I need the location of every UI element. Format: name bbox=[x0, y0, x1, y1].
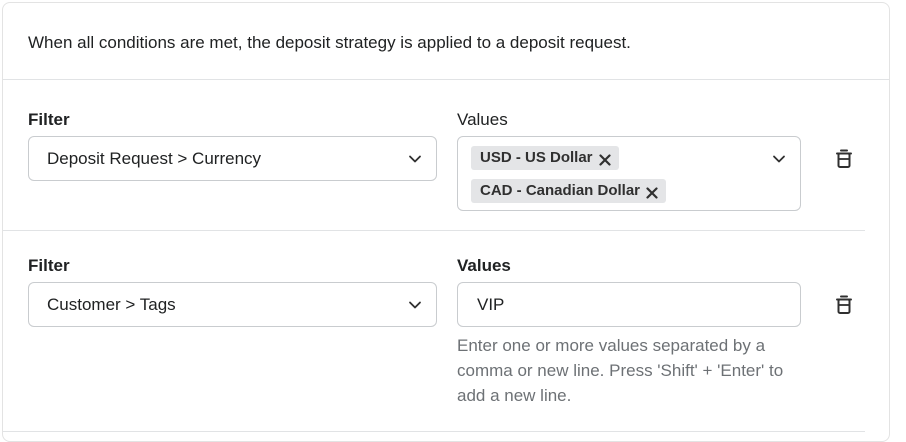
values-label: Values bbox=[457, 256, 511, 275]
filter-label: Filter bbox=[28, 110, 70, 129]
close-icon[interactable] bbox=[646, 183, 658, 199]
value-tag-label: USD - US Dollar bbox=[480, 149, 593, 166]
filter-select[interactable]: Deposit Request > Currency bbox=[28, 136, 437, 181]
condition-row: Filter Deposit Request > Currency Values… bbox=[3, 80, 865, 231]
trash-icon[interactable] bbox=[834, 294, 854, 316]
condition-row: Filter Customer > Tags Values VIP Enter … bbox=[3, 231, 865, 432]
values-multiselect[interactable]: USD - US Dollar CAD - Canadian Dollar bbox=[457, 136, 801, 211]
intro-text: When all conditions are met, the deposit… bbox=[28, 33, 631, 52]
filter-select[interactable]: Customer > Tags bbox=[28, 282, 437, 327]
conditions-card: When all conditions are met, the deposit… bbox=[2, 2, 890, 442]
values-input-value: VIP bbox=[477, 295, 505, 314]
values-input[interactable]: VIP bbox=[457, 282, 801, 327]
help-text: Enter one or more values separated by a … bbox=[457, 336, 784, 405]
filter-label: Filter bbox=[28, 256, 70, 275]
value-tag: USD - US Dollar bbox=[471, 146, 619, 170]
value-tag-label: CAD - Canadian Dollar bbox=[480, 182, 641, 199]
filter-select-value: Customer > Tags bbox=[47, 295, 176, 314]
close-icon[interactable] bbox=[598, 150, 611, 166]
filter-select-value: Deposit Request > Currency bbox=[47, 149, 262, 168]
value-tag: CAD - Canadian Dollar bbox=[471, 179, 667, 203]
chevron-down-icon bbox=[408, 152, 422, 166]
chevron-down-icon bbox=[408, 298, 422, 312]
values-label: Values bbox=[457, 110, 508, 129]
chevron-down-icon bbox=[772, 152, 786, 166]
trash-icon[interactable] bbox=[834, 148, 854, 170]
intro-section: When all conditions are met, the deposit… bbox=[3, 3, 889, 80]
